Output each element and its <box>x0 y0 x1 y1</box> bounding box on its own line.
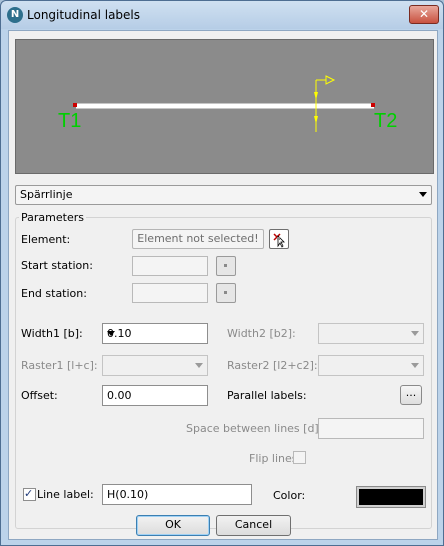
space-between-lines-label: Space between lines [d]: <box>186 422 323 435</box>
width2-dropdown[interactable] <box>318 323 424 344</box>
cancel-button[interactable]: Cancel <box>216 515 291 536</box>
flip-lines-checkbox[interactable] <box>293 451 306 464</box>
end-marker <box>371 103 375 107</box>
preview-canvas: T1 T2 <box>15 39 434 174</box>
start-label: T1 <box>58 110 81 132</box>
line-label-checkbox[interactable] <box>23 487 36 501</box>
raster1-label: Raster1 [l+c]: <box>21 359 98 372</box>
station-marker-tip <box>314 92 318 100</box>
start-station-pick-button[interactable] <box>216 256 236 276</box>
color-label: Color: <box>273 489 306 502</box>
dialog-body: T1 T2 Spärrlinje Parameters Element: Ele… <box>8 30 438 540</box>
line-label-value: H(0.10) <box>107 488 149 501</box>
parameters-group-title: Parameters <box>19 211 86 224</box>
raster2-label: Raster2 [l2+c2]: <box>227 359 318 372</box>
station-marker-tip2 <box>314 116 318 124</box>
space-between-lines-field[interactable] <box>318 418 424 439</box>
end-station-field[interactable] <box>132 283 208 303</box>
dialog-window: N Longitudinal labels ✕ T1 T2 Spärrlinje <box>0 0 444 546</box>
parallel-labels-label: Parallel labels: <box>227 389 307 402</box>
line-type-dropdown[interactable]: Spärrlinje <box>15 185 432 205</box>
chevron-down-icon <box>419 192 427 197</box>
offset-field[interactable]: 0.00 <box>102 385 208 406</box>
end-label: T2 <box>374 110 397 132</box>
app-logo-icon: N <box>7 7 23 23</box>
pick-element-button[interactable] <box>269 229 289 249</box>
start-station-field[interactable] <box>132 256 208 276</box>
raster2-dropdown[interactable] <box>318 355 424 376</box>
width1-dropdown[interactable]: 0.10 <box>102 323 208 344</box>
close-button[interactable]: ✕ <box>409 5 439 24</box>
line-label-field[interactable]: H(0.10) <box>102 484 252 505</box>
end-station-label: End station: <box>21 287 87 300</box>
start-station-label: Start station: <box>21 259 93 272</box>
line-type-value: Spärrlinje <box>20 188 73 201</box>
station-marker-arrow <box>325 75 336 85</box>
width1-label: Width1 [b]: <box>21 327 83 340</box>
preview-drawing: T1 T2 <box>58 75 397 132</box>
window-title: Longitudinal labels <box>27 8 141 22</box>
element-label: Element: <box>21 233 71 246</box>
ok-button[interactable]: OK <box>136 515 210 536</box>
parallel-labels-button[interactable]: ... <box>400 385 422 405</box>
end-station-pick-button[interactable] <box>216 283 236 303</box>
raster1-dropdown[interactable] <box>102 355 208 376</box>
title-bar: N Longitudinal labels ✕ <box>1 1 443 29</box>
flip-lines-label: Flip lines <box>249 452 298 465</box>
chevron-down-icon <box>411 363 419 368</box>
chevron-down-icon <box>195 363 203 368</box>
offset-label: Offset: <box>21 389 58 402</box>
width2-label: Width2 [b2]: <box>227 327 296 340</box>
chevron-down-icon <box>411 331 419 336</box>
start-marker <box>73 103 77 107</box>
offset-value: 0.00 <box>107 389 132 402</box>
element-select-button[interactable]: Element not selected! <box>132 229 264 249</box>
color-swatch-button[interactable] <box>356 486 426 508</box>
chevron-down-icon <box>107 331 115 336</box>
line-label-label: Line label: <box>37 488 94 501</box>
cursor-pick-icon <box>273 233 285 248</box>
